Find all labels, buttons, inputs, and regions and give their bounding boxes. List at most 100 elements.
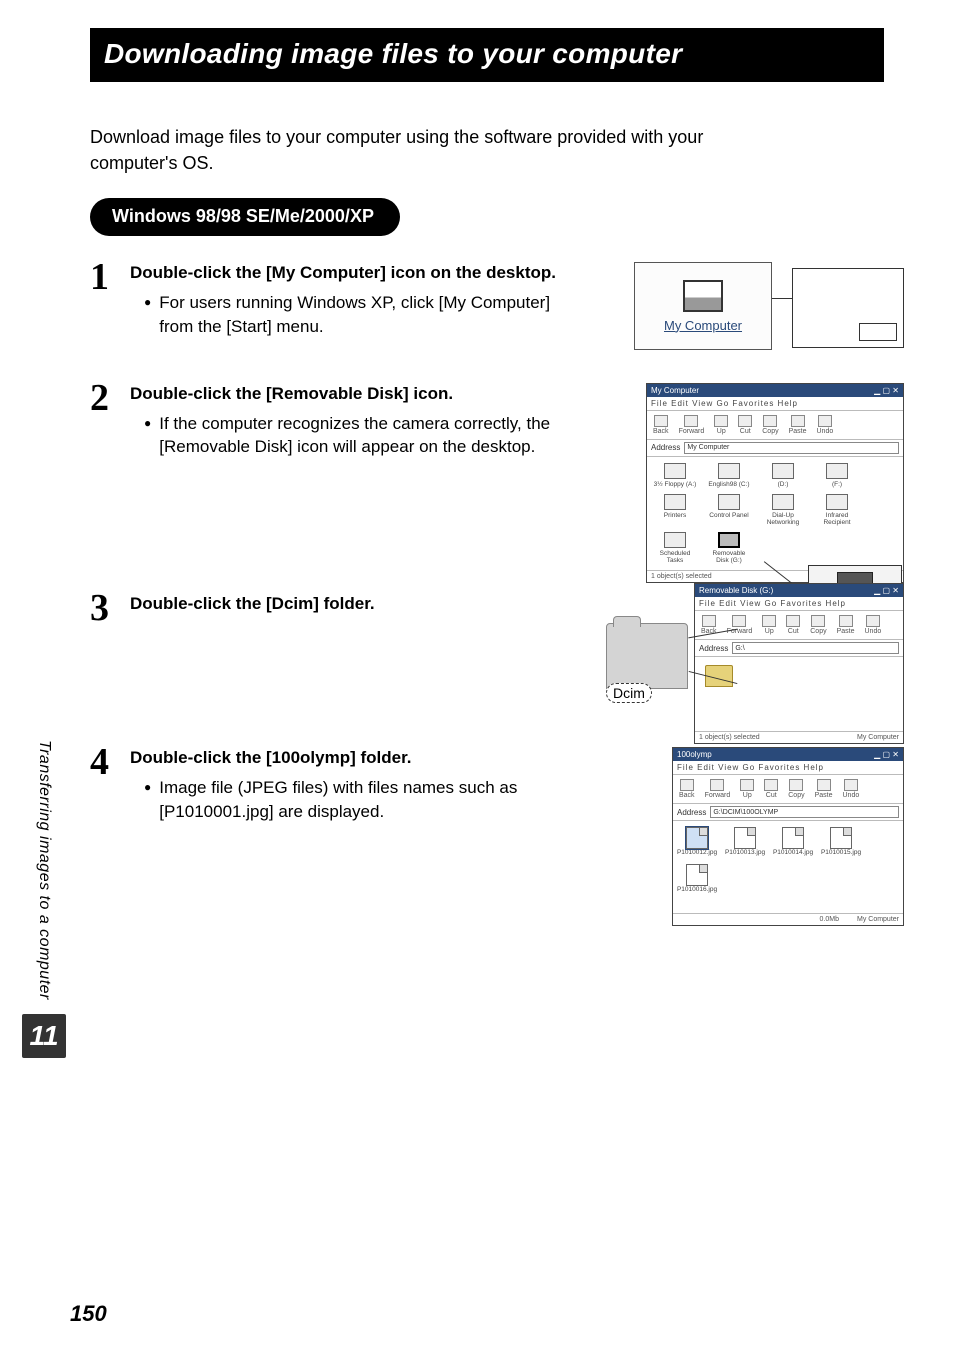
file-label: P1010012.jpg [677, 849, 717, 856]
step-title: Double-click the [My Computer] icon on t… [130, 262, 570, 285]
window-title: My Computer [651, 386, 699, 395]
step-1-figure: My Computer [634, 262, 904, 362]
toolbar-label: Cut [766, 792, 777, 799]
window-controls-icon: ▁ ▢ ✕ [874, 750, 899, 759]
control-panel-icon [718, 494, 740, 510]
address-label: Address [677, 808, 706, 817]
status-bar: 0.0Mb My Computer [673, 913, 903, 925]
toolbar-label: Paste [789, 428, 807, 435]
toolbar-label: Copy [810, 628, 826, 635]
drive-label: Removable Disk (G:) [707, 550, 751, 564]
dcim-callout-label: Dcim [606, 683, 652, 703]
drive-icon [772, 463, 794, 479]
toolbar-label: Paste [815, 792, 833, 799]
address-label: Address [699, 644, 728, 653]
paste-icon [839, 615, 853, 627]
toolbar-label: Up [743, 792, 752, 799]
step-4: 4 Double-click the [100olymp] folder. ● … [90, 747, 884, 828]
undo-icon [866, 615, 880, 627]
undo-icon [818, 415, 832, 427]
folder-callout-icon [606, 623, 688, 689]
address-field: G:\DCIM\100OLYMP [710, 806, 899, 818]
step-3-figure: Removable Disk (G:) ▁ ▢ ✕ File Edit View … [624, 583, 904, 753]
copy-icon [789, 779, 803, 791]
drive-label: 3½ Floppy (A:) [654, 481, 697, 488]
toolbar-label: Back [679, 792, 695, 799]
step-number: 3 [90, 589, 130, 627]
window-controls-icon: ▁ ▢ ✕ [874, 586, 899, 595]
toolbar-label: Up [717, 428, 726, 435]
step-bullet-text: Image file (JPEG files) with files names… [159, 776, 570, 824]
my-computer-icon [683, 280, 723, 312]
step-title: Double-click the [Dcim] folder. [130, 593, 570, 616]
step-number: 1 [90, 258, 130, 296]
drive-label: Scheduled Tasks [653, 550, 697, 564]
jpeg-file-icon [686, 864, 708, 886]
jpeg-file-icon [830, 827, 852, 849]
step-3: 3 Double-click the [Dcim] folder. Remova… [90, 593, 884, 627]
step-2: 2 Double-click the [Removable Disk] icon… [90, 383, 884, 464]
step-number: 4 [90, 743, 130, 781]
drive-icon [664, 463, 686, 479]
my-computer-label: My Computer [664, 318, 742, 333]
status-left: 1 object(s) selected [699, 734, 760, 741]
menu-bar: File Edit View Go Favorites Help [647, 397, 903, 411]
toolbar-label: Copy [788, 792, 804, 799]
file-label: P1010013.jpg [725, 849, 765, 856]
forward-icon [732, 615, 746, 627]
undo-icon [844, 779, 858, 791]
address-field: My Computer [684, 442, 899, 454]
drive-label: Dial-Up Networking [761, 512, 805, 526]
jpeg-file-icon [686, 827, 708, 849]
os-pill: Windows 98/98 SE/Me/2000/XP [90, 198, 400, 236]
forward-icon [710, 779, 724, 791]
window-title: Removable Disk (G:) [699, 586, 773, 595]
toolbar-label: Forward [705, 792, 731, 799]
status-right: My Computer [857, 734, 899, 741]
section-label: Transferring images to a computer [35, 740, 53, 1000]
drive-label: Infrared Recipient [815, 512, 859, 526]
step-1: 1 Double-click the [My Computer] icon on… [90, 262, 884, 343]
page-number: 150 [70, 1301, 107, 1327]
up-icon [714, 415, 728, 427]
copy-icon [763, 415, 777, 427]
intro-text: Download image files to your computer us… [90, 124, 790, 176]
cut-icon [764, 779, 778, 791]
toolbar-label: Cut [788, 628, 799, 635]
drive-label: Control Panel [709, 512, 748, 519]
drive-label: English98 (C:) [708, 481, 749, 488]
cut-icon [786, 615, 800, 627]
status-left: 0.0Mb [820, 916, 839, 923]
jpeg-file-icon [734, 827, 756, 849]
menu-bar: File Edit View Go Favorites Help [695, 597, 903, 611]
copy-icon [811, 615, 825, 627]
address-field: G:\ [732, 642, 899, 654]
paste-icon [791, 415, 805, 427]
toolbar-label: Up [765, 628, 774, 635]
toolbar-label: Undo [865, 628, 882, 635]
toolbar: Back Forward Up Cut Copy Paste Undo [695, 611, 903, 640]
step-number: 2 [90, 379, 130, 417]
toolbar-label: Undo [817, 428, 834, 435]
toolbar-label: Back [653, 428, 669, 435]
step-4-figure: 100olymp▁ ▢ ✕ File Edit View Go Favorite… [672, 747, 904, 926]
back-icon [654, 415, 668, 427]
computer-schematic-icon [792, 268, 904, 348]
status-right: My Computer [857, 916, 899, 923]
step-bullet-text: If the computer recognizes the camera co… [159, 412, 570, 460]
file-label: P1010014.jpg [773, 849, 813, 856]
bullet-icon: ● [144, 776, 151, 824]
page-title: Downloading image files to your computer [90, 28, 884, 82]
toolbar: Back Forward Up Cut Copy Paste Undo [647, 411, 903, 440]
printers-icon [664, 494, 686, 510]
drive-label: Printers [664, 512, 686, 519]
window-controls-icon: ▁ ▢ ✕ [874, 386, 899, 395]
jpeg-file-icon [782, 827, 804, 849]
drive-icon [718, 463, 740, 479]
forward-icon [684, 415, 698, 427]
explorer-window: 100olymp▁ ▢ ✕ File Edit View Go Favorite… [672, 747, 904, 926]
infrared-icon [826, 494, 848, 510]
step-title: Double-click the [100olymp] folder. [130, 747, 570, 770]
status-bar: 1 object(s) selected My Computer [695, 731, 903, 743]
file-label: P1010015.jpg [821, 849, 861, 856]
